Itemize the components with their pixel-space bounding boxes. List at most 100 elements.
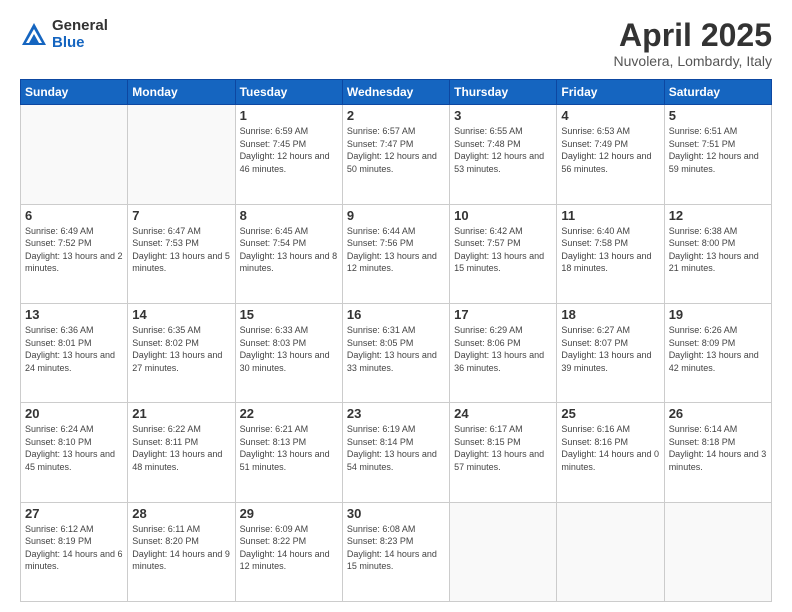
day-info: Sunrise: 6:57 AM Sunset: 7:47 PM Dayligh…: [347, 125, 445, 175]
day-number: 5: [669, 108, 767, 123]
day-number: 7: [132, 208, 230, 223]
logo-text: General Blue: [52, 18, 108, 51]
logo-blue: Blue: [52, 35, 108, 52]
calendar-cell: 3 Sunrise: 6:55 AM Sunset: 7:48 PM Daylig…: [450, 105, 557, 204]
weekday-header: Wednesday: [342, 80, 449, 105]
day-info: Sunrise: 6:49 AM Sunset: 7:52 PM Dayligh…: [25, 225, 123, 275]
logo-general: General: [52, 18, 108, 35]
calendar-cell: 7 Sunrise: 6:47 AM Sunset: 7:53 PM Daylig…: [128, 204, 235, 303]
weekday-header: Thursday: [450, 80, 557, 105]
month-title: April 2025: [614, 18, 772, 53]
calendar-cell: 8 Sunrise: 6:45 AM Sunset: 7:54 PM Daylig…: [235, 204, 342, 303]
day-info: Sunrise: 6:27 AM Sunset: 8:07 PM Dayligh…: [561, 324, 659, 374]
day-info: Sunrise: 6:31 AM Sunset: 8:05 PM Dayligh…: [347, 324, 445, 374]
weekday-header: Sunday: [21, 80, 128, 105]
day-number: 19: [669, 307, 767, 322]
day-number: 10: [454, 208, 552, 223]
calendar-cell: 4Sunrise: 6:53 AM Sunset: 7:49 PM Daylig…: [557, 105, 664, 204]
calendar-cell: 18 Sunrise: 6:27 AM Sunset: 8:07 PM Dayli…: [557, 303, 664, 402]
day-number: 4: [561, 108, 659, 123]
day-number: 6: [25, 208, 123, 223]
calendar-cell: 24Sunrise: 6:17 AM Sunset: 8:15 PM Dayli…: [450, 403, 557, 502]
day-info: Sunrise: 6:19 AM Sunset: 8:14 PM Dayligh…: [347, 423, 445, 473]
day-number: 8: [240, 208, 338, 223]
calendar-cell: 30Sunrise: 6:08 AM Sunset: 8:23 PM Dayli…: [342, 502, 449, 601]
day-number: 29: [240, 506, 338, 521]
weekday-header: Monday: [128, 80, 235, 105]
calendar-cell: 9 Sunrise: 6:44 AM Sunset: 7:56 PM Daylig…: [342, 204, 449, 303]
day-info: Sunrise: 6:14 AM Sunset: 8:18 PM Dayligh…: [669, 423, 767, 473]
calendar-cell: 22 Sunrise: 6:21 AM Sunset: 8:13 PM Dayli…: [235, 403, 342, 502]
day-info: Sunrise: 6:12 AM Sunset: 8:19 PM Dayligh…: [25, 523, 123, 573]
calendar-cell: 29Sunrise: 6:09 AM Sunset: 8:22 PM Dayli…: [235, 502, 342, 601]
day-info: Sunrise: 6:40 AM Sunset: 7:58 PM Dayligh…: [561, 225, 659, 275]
calendar-cell: 15 Sunrise: 6:33 AM Sunset: 8:03 PM Dayli…: [235, 303, 342, 402]
location: Nuvolera, Lombardy, Italy: [614, 53, 772, 69]
calendar-cell: [557, 502, 664, 601]
day-number: 18: [561, 307, 659, 322]
week-row: 1Sunrise: 6:59 AM Sunset: 7:45 PM Daylig…: [21, 105, 772, 204]
weekday-header: Tuesday: [235, 80, 342, 105]
day-info: Sunrise: 6:51 AM Sunset: 7:51 PM Dayligh…: [669, 125, 767, 175]
calendar-cell: 11 Sunrise: 6:40 AM Sunset: 7:58 PM Dayli…: [557, 204, 664, 303]
day-number: 20: [25, 406, 123, 421]
day-info: Sunrise: 6:47 AM Sunset: 7:53 PM Dayligh…: [132, 225, 230, 275]
calendar-cell: 14Sunrise: 6:35 AM Sunset: 8:02 PM Dayli…: [128, 303, 235, 402]
calendar-cell: 21 Sunrise: 6:22 AM Sunset: 8:11 PM Dayli…: [128, 403, 235, 502]
logo-icon: [20, 21, 48, 49]
calendar-cell: 12 Sunrise: 6:38 AM Sunset: 8:00 PM Dayli…: [664, 204, 771, 303]
day-number: 21: [132, 406, 230, 421]
day-info: Sunrise: 6:42 AM Sunset: 7:57 PM Dayligh…: [454, 225, 552, 275]
day-number: 11: [561, 208, 659, 223]
calendar-cell: 5 Sunrise: 6:51 AM Sunset: 7:51 PM Daylig…: [664, 105, 771, 204]
day-info: Sunrise: 6:38 AM Sunset: 8:00 PM Dayligh…: [669, 225, 767, 275]
day-info: Sunrise: 6:22 AM Sunset: 8:11 PM Dayligh…: [132, 423, 230, 473]
calendar-cell: 10 Sunrise: 6:42 AM Sunset: 7:57 PM Dayli…: [450, 204, 557, 303]
day-number: 15: [240, 307, 338, 322]
calendar-cell: [664, 502, 771, 601]
header: General Blue April 2025 Nuvolera, Lombar…: [20, 18, 772, 69]
day-number: 3: [454, 108, 552, 123]
day-number: 16: [347, 307, 445, 322]
weekday-header-row: SundayMondayTuesdayWednesdayThursdayFrid…: [21, 80, 772, 105]
day-info: Sunrise: 6:26 AM Sunset: 8:09 PM Dayligh…: [669, 324, 767, 374]
calendar-cell: [450, 502, 557, 601]
title-block: April 2025 Nuvolera, Lombardy, Italy: [614, 18, 772, 69]
day-info: Sunrise: 6:55 AM Sunset: 7:48 PM Dayligh…: [454, 125, 552, 175]
calendar-cell: 19 Sunrise: 6:26 AM Sunset: 8:09 PM Dayli…: [664, 303, 771, 402]
calendar-cell: [128, 105, 235, 204]
week-row: 6 Sunrise: 6:49 AM Sunset: 7:52 PM Daylig…: [21, 204, 772, 303]
weekday-header: Saturday: [664, 80, 771, 105]
day-number: 24: [454, 406, 552, 421]
day-info: Sunrise: 6:33 AM Sunset: 8:03 PM Dayligh…: [240, 324, 338, 374]
day-info: Sunrise: 6:59 AM Sunset: 7:45 PM Dayligh…: [240, 125, 338, 175]
day-number: 26: [669, 406, 767, 421]
day-number: 23: [347, 406, 445, 421]
day-info: Sunrise: 6:08 AM Sunset: 8:23 PM Dayligh…: [347, 523, 445, 573]
day-number: 13: [25, 307, 123, 322]
calendar-cell: 6 Sunrise: 6:49 AM Sunset: 7:52 PM Daylig…: [21, 204, 128, 303]
calendar-cell: [21, 105, 128, 204]
calendar-cell: 28 Sunrise: 6:11 AM Sunset: 8:20 PM Dayli…: [128, 502, 235, 601]
day-info: Sunrise: 6:11 AM Sunset: 8:20 PM Dayligh…: [132, 523, 230, 573]
day-info: Sunrise: 6:45 AM Sunset: 7:54 PM Dayligh…: [240, 225, 338, 275]
day-info: Sunrise: 6:29 AM Sunset: 8:06 PM Dayligh…: [454, 324, 552, 374]
calendar-cell: 20Sunrise: 6:24 AM Sunset: 8:10 PM Dayli…: [21, 403, 128, 502]
calendar-cell: 13Sunrise: 6:36 AM Sunset: 8:01 PM Dayli…: [21, 303, 128, 402]
day-info: Sunrise: 6:21 AM Sunset: 8:13 PM Dayligh…: [240, 423, 338, 473]
day-info: Sunrise: 6:35 AM Sunset: 8:02 PM Dayligh…: [132, 324, 230, 374]
weekday-header: Friday: [557, 80, 664, 105]
calendar-cell: 1Sunrise: 6:59 AM Sunset: 7:45 PM Daylig…: [235, 105, 342, 204]
day-number: 28: [132, 506, 230, 521]
day-number: 22: [240, 406, 338, 421]
week-row: 27 Sunrise: 6:12 AM Sunset: 8:19 PM Dayli…: [21, 502, 772, 601]
calendar-cell: 2Sunrise: 6:57 AM Sunset: 7:47 PM Daylig…: [342, 105, 449, 204]
calendar-cell: 26 Sunrise: 6:14 AM Sunset: 8:18 PM Dayli…: [664, 403, 771, 502]
calendar-cell: 23 Sunrise: 6:19 AM Sunset: 8:14 PM Dayli…: [342, 403, 449, 502]
day-number: 12: [669, 208, 767, 223]
day-number: 17: [454, 307, 552, 322]
day-number: 9: [347, 208, 445, 223]
day-info: Sunrise: 6:16 AM Sunset: 8:16 PM Dayligh…: [561, 423, 659, 473]
day-number: 27: [25, 506, 123, 521]
day-info: Sunrise: 6:44 AM Sunset: 7:56 PM Dayligh…: [347, 225, 445, 275]
